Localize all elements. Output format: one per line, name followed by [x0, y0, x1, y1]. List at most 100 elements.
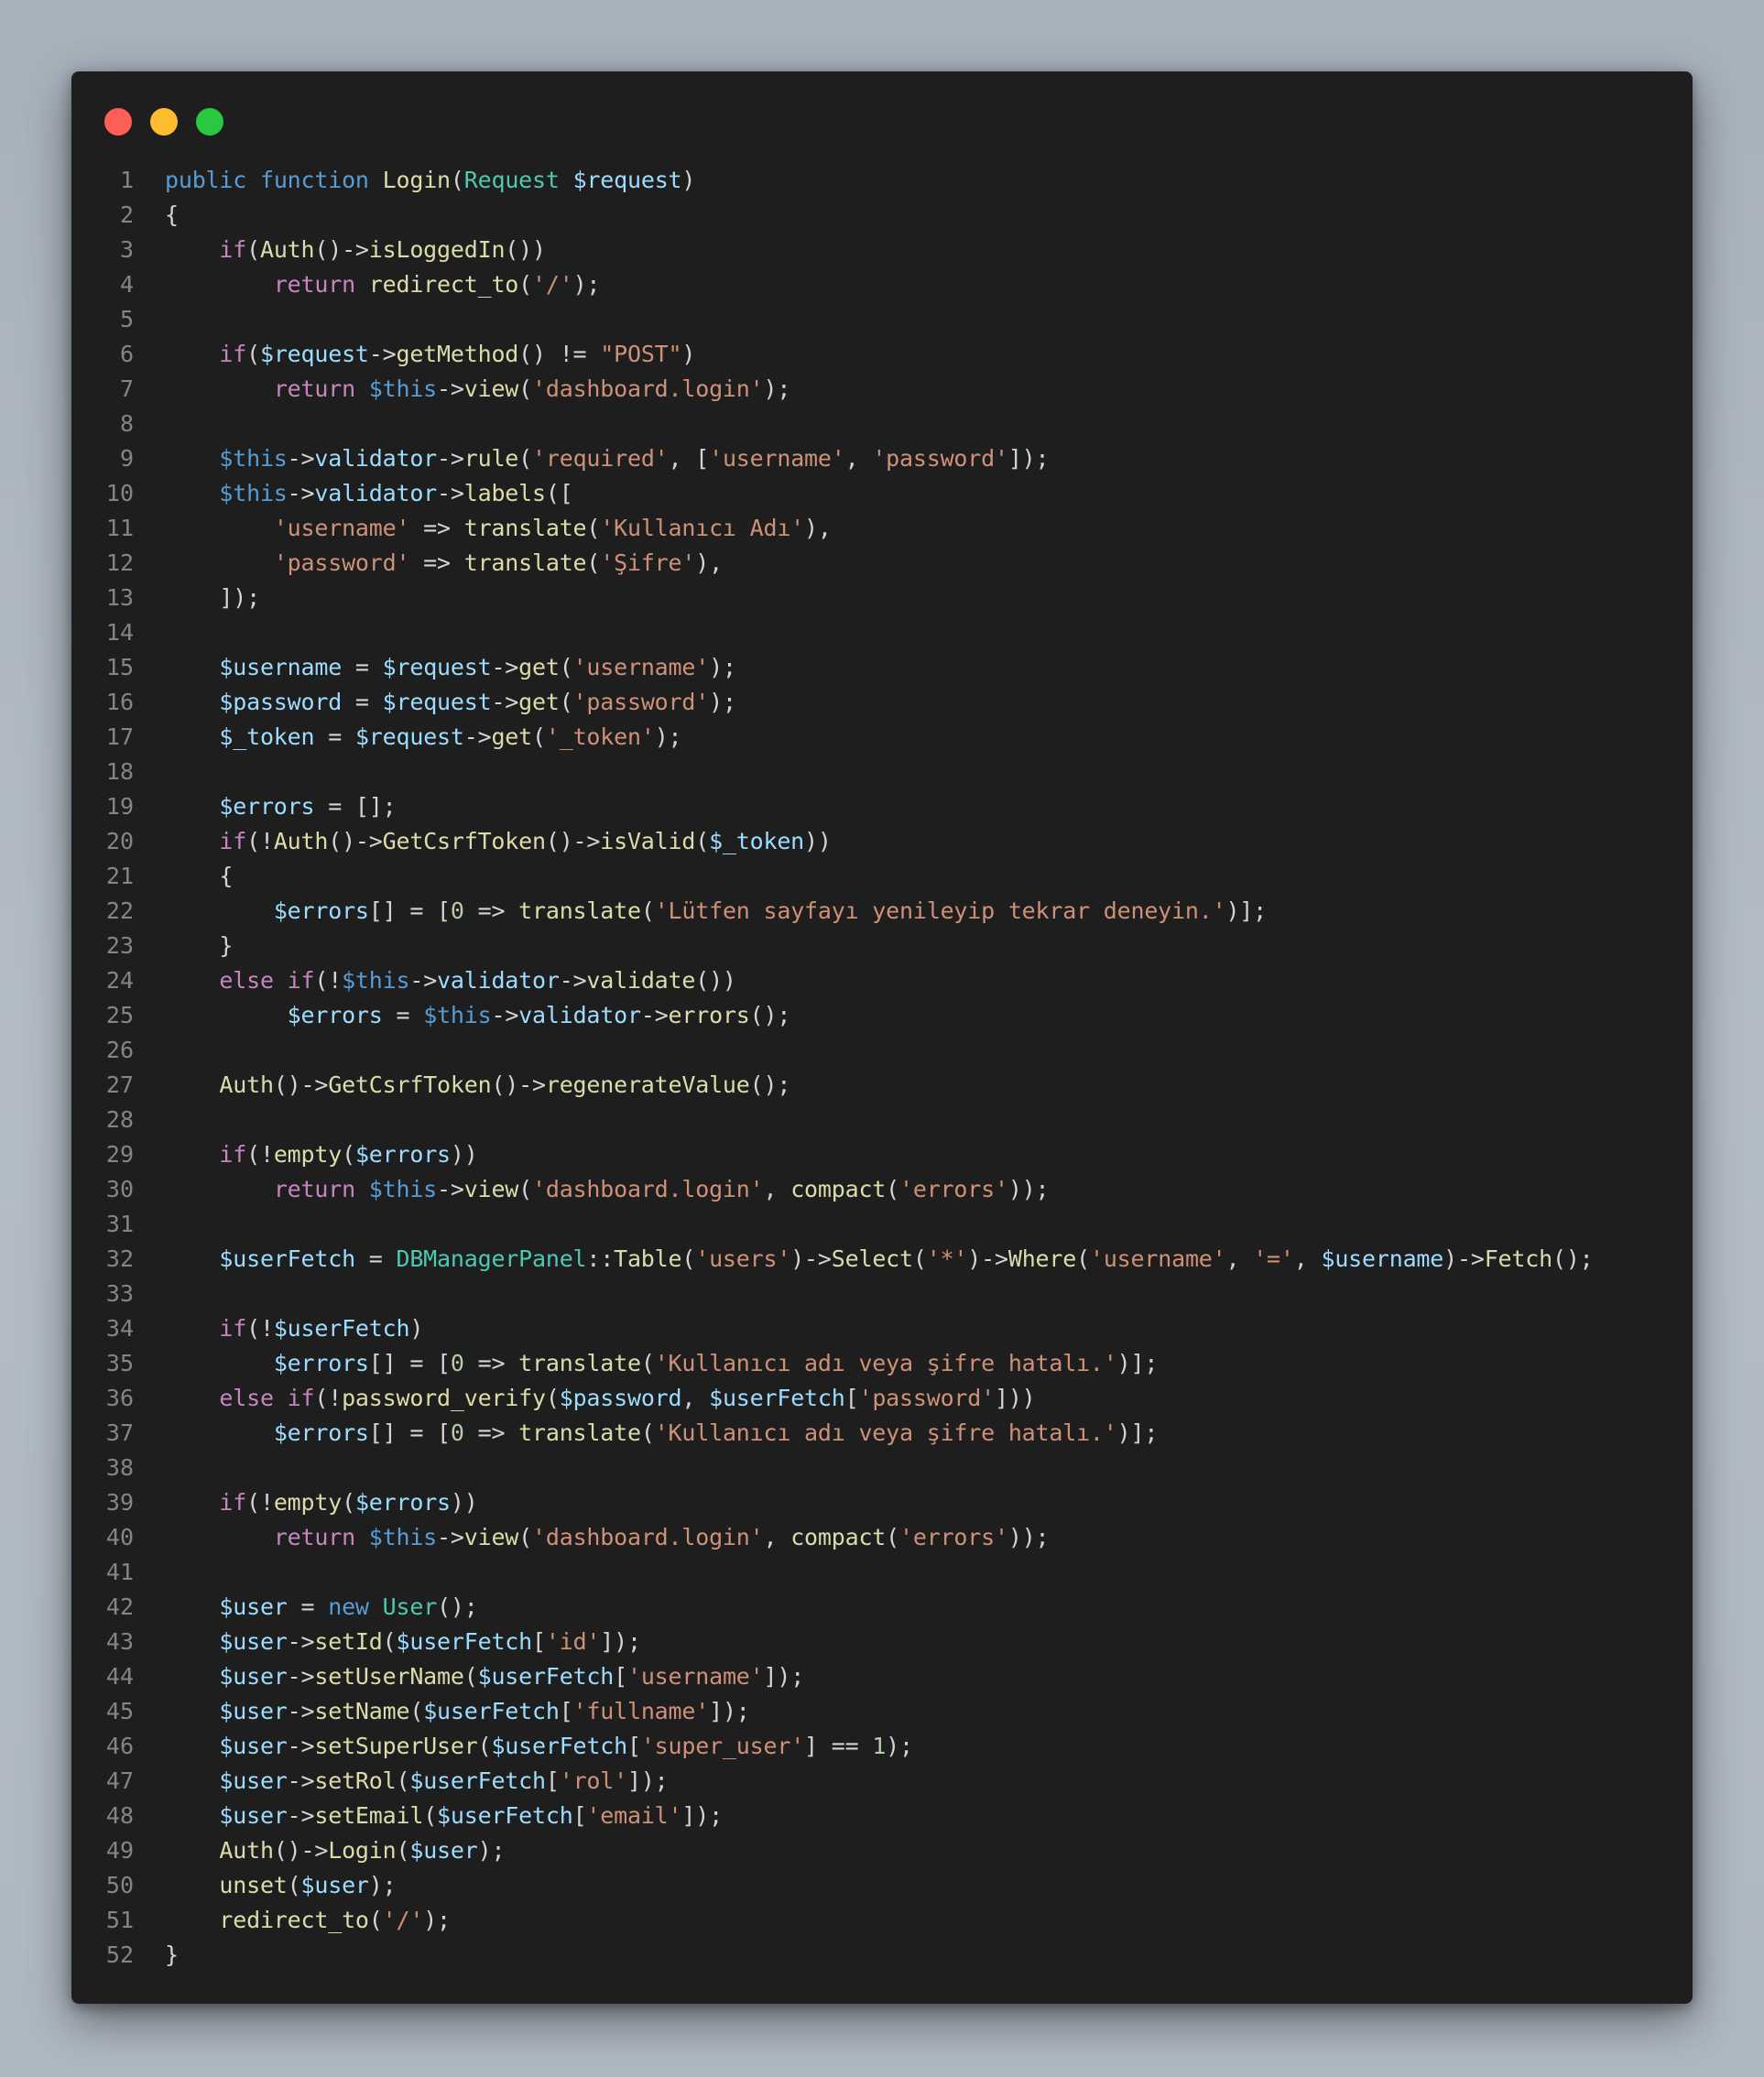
code-line: 48 $user->setEmail($userFetch['email']); — [71, 1799, 1693, 1833]
close-dot-icon[interactable] — [104, 108, 132, 136]
code-line: 29 if(!empty($errors)) — [71, 1137, 1693, 1172]
line-source: else if(!password_verify($password, $use… — [134, 1381, 1035, 1416]
code-token: 'required' — [532, 445, 669, 472]
code-line: 33 — [71, 1277, 1693, 1311]
code-line: 52} — [71, 1938, 1693, 1973]
code-token: )-> — [1443, 1245, 1485, 1272]
code-token: setRol — [314, 1767, 397, 1794]
line-source: if(!empty($errors)) — [134, 1485, 478, 1520]
code-token: ( — [342, 1489, 355, 1516]
code-token: ]); — [600, 1628, 641, 1655]
line-number: 19 — [105, 793, 134, 820]
line-source: ]); — [134, 581, 260, 615]
line-source — [134, 1555, 165, 1590]
code-token: [] = [ — [368, 897, 451, 924]
code-token: $user — [219, 1628, 288, 1655]
code-token: $request — [354, 723, 464, 750]
code-token: ) — [681, 167, 696, 193]
code-token: password_verify — [342, 1385, 546, 1411]
code-line: 30 return $this->view('dashboard.login',… — [71, 1172, 1693, 1207]
code-token: $user — [219, 1767, 288, 1794]
code-token: ); — [368, 1872, 397, 1898]
code-token: (! — [246, 828, 274, 854]
code-token: )]; — [1116, 1350, 1159, 1376]
line-number: 2 — [119, 201, 134, 228]
code-token: ()) — [505, 236, 546, 263]
code-token: ]); — [626, 1767, 669, 1794]
code-token: $this — [219, 445, 288, 472]
line-source: if(!empty($errors)) — [134, 1137, 478, 1172]
line-source: redirect_to('/'); — [134, 1903, 451, 1938]
code-token: Auth — [219, 1837, 274, 1864]
code-token: (! — [246, 1315, 274, 1342]
code-token: = []; — [314, 793, 397, 820]
line-number: 37 — [105, 1419, 134, 1446]
line-number: 29 — [105, 1141, 134, 1168]
code-token: -> — [491, 1002, 519, 1028]
line-source: return $this->view('dashboard.login'); — [134, 372, 791, 407]
code-token: GetCsrfToken — [328, 1071, 492, 1098]
code-token: )]; — [1225, 897, 1268, 924]
code-token: ); — [763, 375, 791, 402]
zoom-dot-icon[interactable] — [196, 108, 223, 136]
code-token: ); — [709, 689, 736, 715]
code-token: $userFetch — [219, 1245, 355, 1272]
code-token: $userFetch — [396, 1628, 533, 1655]
code-line: 15 $username = $request->get('username')… — [71, 650, 1693, 685]
line-source: } — [134, 929, 233, 963]
code-line: 22 $errors[] = [0 => translate('Lütfen s… — [71, 894, 1693, 929]
line-source: Auth()->GetCsrfToken()->regenerateValue(… — [134, 1068, 790, 1103]
code-token: ()-> — [491, 1071, 546, 1098]
code-line: 16 $password = $request->get('password')… — [71, 685, 1693, 720]
code-token: )) — [450, 1141, 478, 1168]
code-token: $request — [572, 167, 682, 193]
code-token: -> — [559, 967, 587, 994]
code-token: public — [165, 167, 247, 193]
code-token: -> — [287, 1802, 315, 1829]
code-token: -> — [287, 445, 315, 472]
line-number: 35 — [105, 1350, 134, 1376]
line-source — [134, 302, 165, 337]
code-token: get — [491, 723, 533, 750]
code-token: "POST" — [600, 341, 682, 367]
code-token: Auth — [219, 1071, 274, 1098]
code-token: if — [219, 236, 247, 263]
line-number: 46 — [105, 1733, 134, 1759]
code-token: ( — [518, 1176, 533, 1202]
line-number: 38 — [105, 1454, 134, 1481]
code-line: 39 if(!empty($errors)) — [71, 1485, 1693, 1520]
code-token: 'username' — [709, 445, 845, 472]
code-token: validator — [314, 445, 438, 472]
code-token: return — [273, 1176, 355, 1202]
minimize-dot-icon[interactable] — [150, 108, 178, 136]
code-token: '/' — [532, 271, 573, 298]
code-token: , — [763, 1176, 791, 1202]
code-line: 27 Auth()->GetCsrfToken()->regenerateVal… — [71, 1068, 1693, 1103]
code-line: 50 unset($user); — [71, 1868, 1693, 1903]
code-token: $userFetch — [491, 1733, 627, 1759]
code-token: get — [518, 689, 560, 715]
code-token: { — [165, 863, 234, 889]
line-source: $this->validator->rule('required', ['use… — [134, 441, 1049, 476]
code-line: 32 $userFetch = DBManagerPanel::Table('u… — [71, 1242, 1693, 1277]
code-token: ( — [287, 1872, 301, 1898]
code-token: Request — [463, 167, 560, 193]
line-number: 51 — [105, 1907, 134, 1933]
code-line: 37 $errors[] = [0 => translate('Kullanıc… — [71, 1416, 1693, 1451]
code-token: 'Kullanıcı adı veya şifre hatalı.' — [654, 1350, 1117, 1376]
code-token: )) — [450, 1489, 478, 1516]
code-token: 'username' — [626, 1663, 764, 1690]
code-token: [ — [545, 1767, 560, 1794]
code-token: -> — [287, 1663, 315, 1690]
line-number: 6 — [119, 341, 134, 367]
line-number: 22 — [105, 897, 134, 924]
line-number: 33 — [105, 1280, 134, 1307]
